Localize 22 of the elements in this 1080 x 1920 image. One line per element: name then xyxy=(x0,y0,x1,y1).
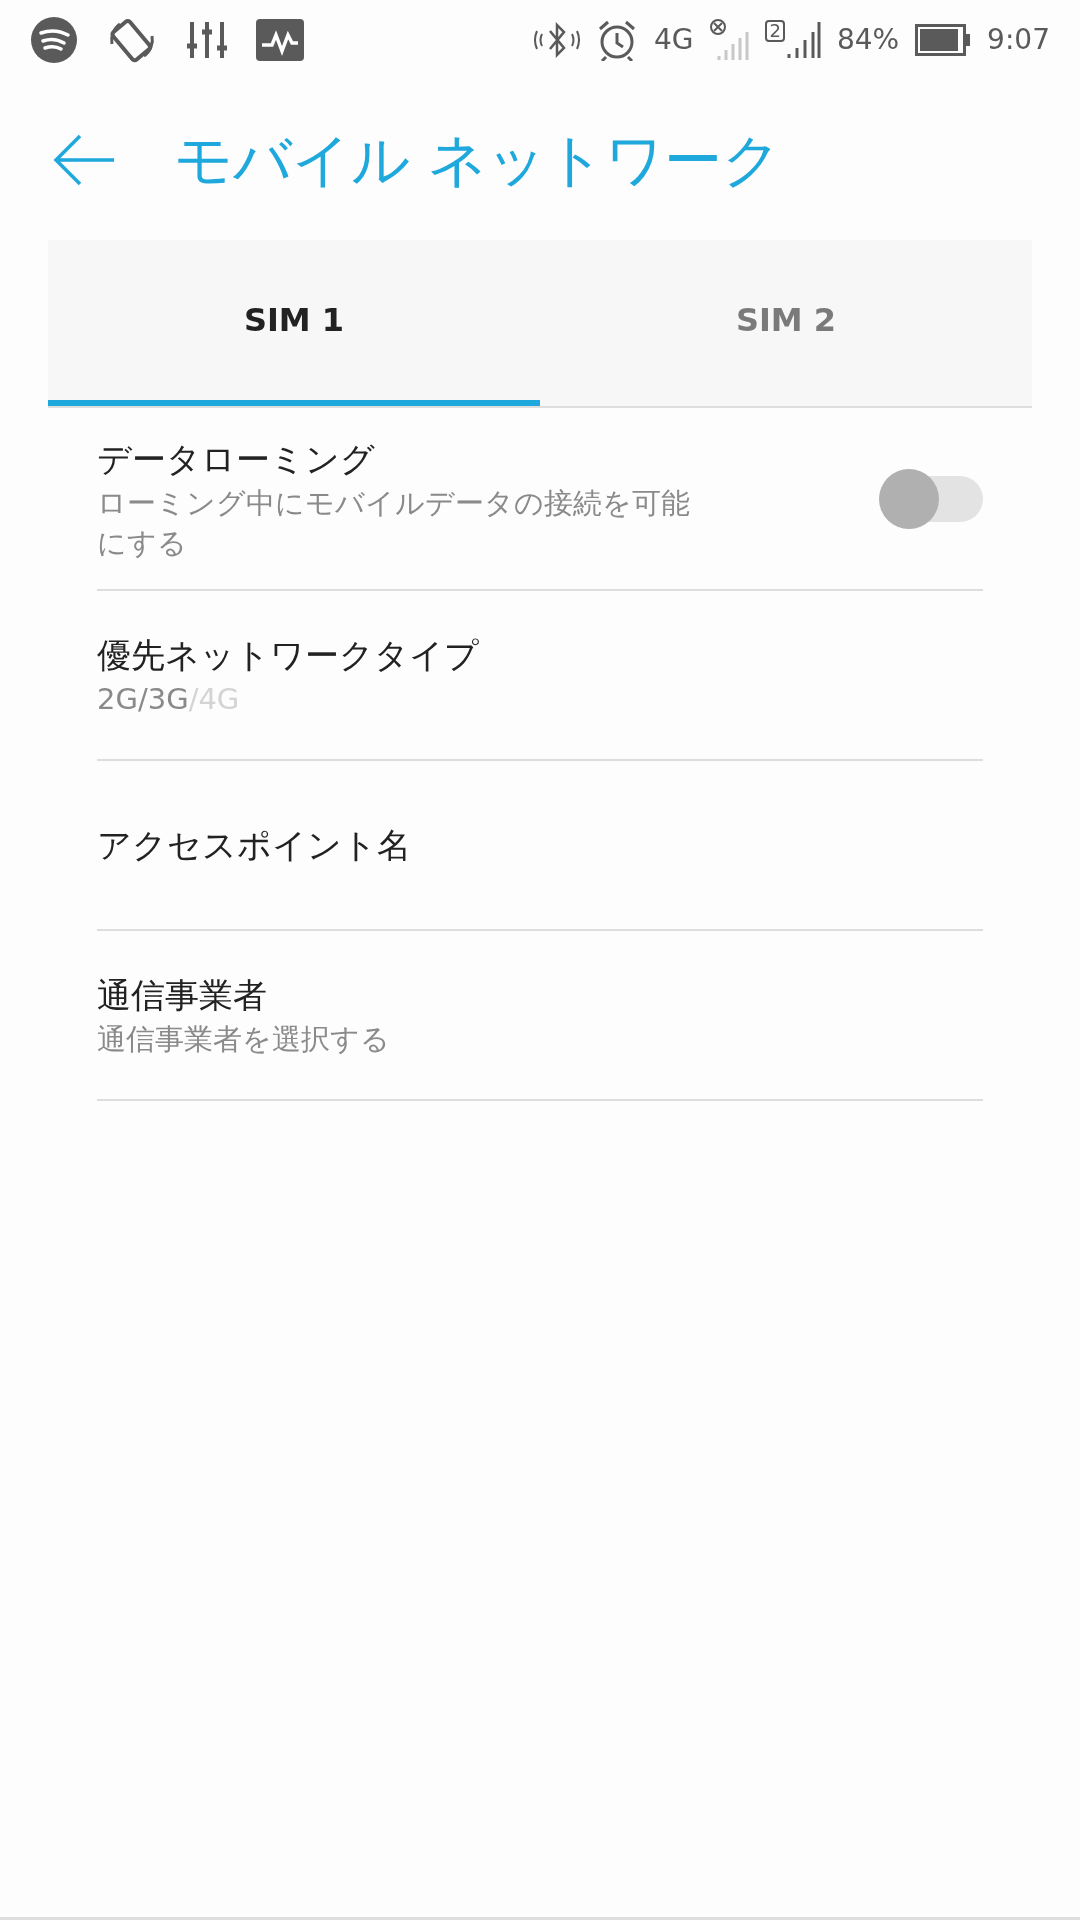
page-title: モバイル ネットワーク xyxy=(174,124,782,196)
setting-title[interactable]: アクセスポイント名 xyxy=(97,821,697,869)
sim-badge: 2 xyxy=(765,20,785,42)
toggle-switch[interactable] xyxy=(879,468,983,529)
setting-title[interactable]: 通信事業者 xyxy=(97,971,697,1019)
battery-percent: 84% xyxy=(836,22,900,58)
sim-tab[interactable]: SIM 2 xyxy=(540,240,1032,406)
setting-title[interactable]: 優先ネットワークタイプ xyxy=(97,631,697,679)
equalizer-icon xyxy=(186,20,228,60)
clock-time: 9:07 xyxy=(987,22,1050,58)
setting-summary: ローミング中にモバイルデータの接続を可能にする xyxy=(97,484,691,562)
setting-title[interactable]: データローミング xyxy=(97,434,697,483)
bluetooth-icon xyxy=(533,20,580,60)
sim-tab[interactable]: SIM 1 xyxy=(48,240,540,406)
spotify-icon xyxy=(30,16,78,64)
network-type-option: 2G/3G xyxy=(97,679,189,719)
activity-icon xyxy=(256,19,304,61)
network-type-label: 4G xyxy=(653,26,694,54)
battery-icon xyxy=(915,24,972,56)
setting-summary: 通信事業者を選択する xyxy=(97,1021,391,1058)
signal-off-icon xyxy=(709,18,750,62)
back-arrow-icon[interactable] xyxy=(52,134,116,186)
